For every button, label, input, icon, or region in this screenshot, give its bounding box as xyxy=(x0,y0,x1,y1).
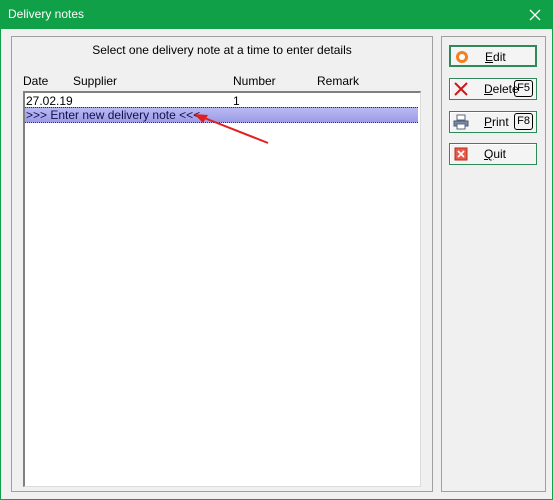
edit-ring-icon xyxy=(456,51,468,63)
print-label: rint xyxy=(492,115,509,129)
column-header-remark[interactable]: Remark xyxy=(317,74,359,88)
delete-button[interactable]: Delete F5 xyxy=(449,78,537,100)
window-title: Delivery notes xyxy=(8,7,85,21)
title-bar: Delivery notes xyxy=(1,1,552,29)
delivery-notes-list[interactable]: 27.02.19 1 >>> Enter new delivery note <… xyxy=(23,91,421,487)
actions-panel: Edit Delete F5 Print F8 Quit xyxy=(441,36,546,492)
quit-button[interactable]: Quit xyxy=(449,143,537,165)
delivery-notes-window: Delivery notes Select one delivery note … xyxy=(0,0,553,500)
edit-button[interactable]: Edit xyxy=(449,45,537,67)
close-icon xyxy=(529,9,541,21)
cell-number: 1 xyxy=(233,94,240,108)
print-button[interactable]: Print F8 xyxy=(449,111,537,133)
edit-label: dit xyxy=(493,50,506,64)
delete-shortcut-key: F5 xyxy=(514,80,533,97)
column-header-number[interactable]: Number xyxy=(233,74,276,88)
delivery-list-panel: Select one delivery note at a time to en… xyxy=(11,36,433,492)
edit-mnemonic: E xyxy=(485,50,494,64)
quit-box-icon xyxy=(454,147,468,161)
print-mnemonic: P xyxy=(484,115,493,129)
printer-icon xyxy=(453,114,469,130)
instruction-text: Select one delivery note at a time to en… xyxy=(92,43,352,57)
print-shortcut-key: F8 xyxy=(514,113,533,130)
cell-date: 27.02.19 xyxy=(26,94,73,108)
quit-mnemonic: Q xyxy=(484,147,494,161)
delete-mnemonic: D xyxy=(484,82,493,96)
column-header-supplier[interactable]: Supplier xyxy=(73,74,117,88)
close-button[interactable] xyxy=(518,1,552,29)
quit-label: uit xyxy=(493,147,507,161)
column-header-date[interactable]: Date xyxy=(23,74,48,88)
list-item[interactable]: 27.02.19 1 xyxy=(25,94,420,108)
delete-cross-icon xyxy=(454,82,468,96)
new-delivery-note-row[interactable]: >>> Enter new delivery note <<< xyxy=(25,107,418,123)
new-delivery-note-label: >>> Enter new delivery note <<< xyxy=(26,108,201,122)
